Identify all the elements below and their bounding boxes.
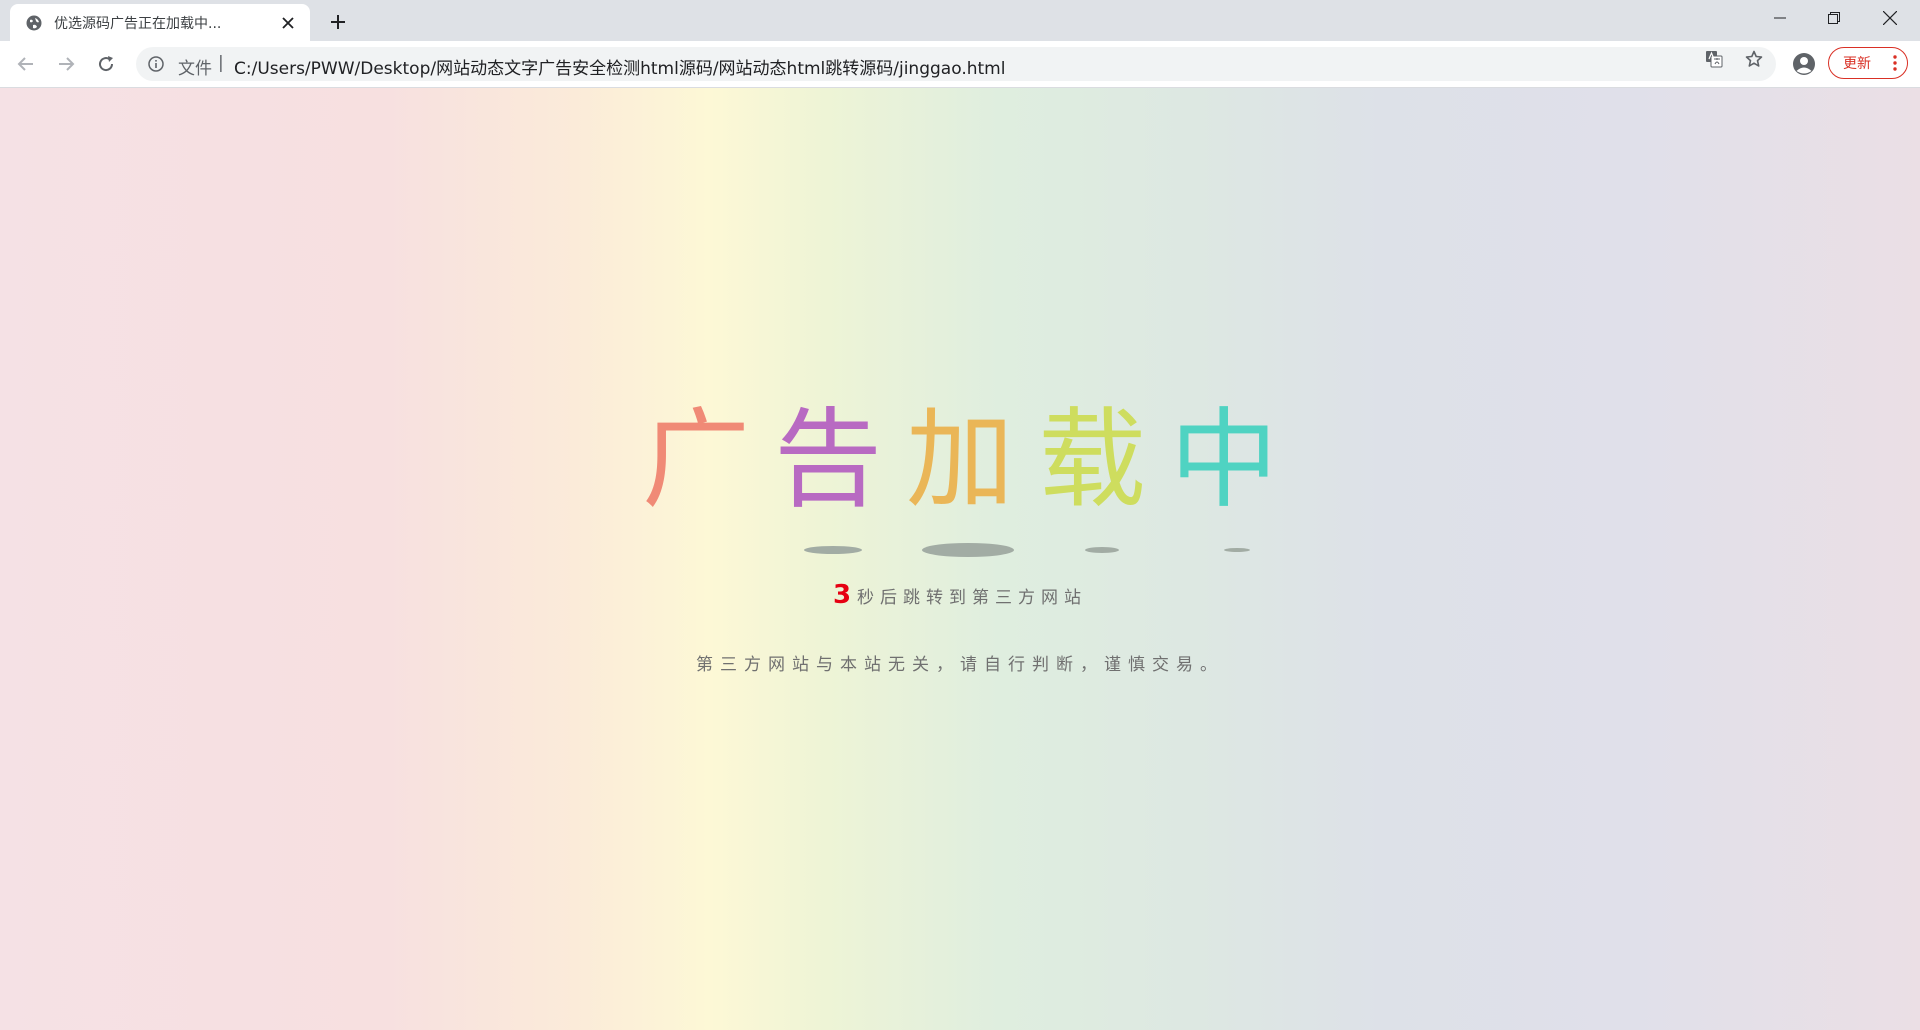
char-shadow [1085, 547, 1119, 553]
headline-char: 中 [1170, 398, 1279, 523]
restore-button[interactable] [1806, 0, 1862, 36]
headline-char: 载 [1038, 398, 1147, 523]
update-button[interactable]: 更新 [1828, 47, 1908, 79]
back-button[interactable] [12, 50, 40, 78]
new-tab-button[interactable] [324, 8, 352, 36]
headline-char: 广 [641, 398, 750, 523]
forward-button[interactable] [52, 50, 80, 78]
headline-char: 加 [905, 398, 1014, 523]
globe-icon [26, 15, 42, 31]
headline: 广告加载中 [0, 406, 1920, 516]
update-label: 更新 [1843, 56, 1871, 72]
char-shadow [922, 543, 1014, 557]
browser-tab[interactable]: 优选源码广告正在加载中... [10, 4, 310, 41]
browser-toolbar: 文件 | C:/Users/PWW/Desktop/网站动态文字广告安全检测ht… [0, 41, 1920, 88]
tab-strip: 优选源码广告正在加载中... [0, 0, 1920, 41]
file-scheme-label: 文件 [178, 59, 212, 79]
reload-button[interactable] [92, 50, 120, 78]
headline-char: 告 [773, 398, 882, 523]
profile-avatar-icon[interactable] [1792, 52, 1816, 76]
info-icon[interactable] [148, 56, 164, 72]
countdown-text: 秒后跳转到第三方网站 [857, 588, 1088, 608]
char-shadow [804, 546, 862, 554]
address-separator: | [218, 53, 224, 73]
page-content: 广告加载中 3 秒后跳转到第三方网站 第三方网站与本站无关，请自行判断，谨慎交易。 [0, 88, 1920, 1030]
url-text[interactable]: C:/Users/PWW/Desktop/网站动态文字广告安全检测html源码/… [234, 54, 1005, 79]
close-window-button[interactable] [1862, 0, 1918, 36]
char-shadow [1224, 548, 1250, 552]
bookmark-star-icon[interactable] [1745, 50, 1763, 68]
minimize-button[interactable] [1752, 0, 1808, 36]
countdown: 3 秒后跳转到第三方网站 [0, 580, 1920, 610]
address-bar[interactable]: 文件 | C:/Users/PWW/Desktop/网站动态文字广告安全检测ht… [136, 47, 1776, 81]
translate-icon[interactable] [1705, 50, 1723, 68]
disclaimer-notice: 第三方网站与本站无关，请自行判断，谨慎交易。 [696, 655, 1224, 675]
close-tab-icon[interactable] [278, 13, 298, 33]
more-menu-icon[interactable] [1893, 55, 1897, 71]
countdown-seconds: 3 [832, 580, 852, 610]
tab-title: 优选源码广告正在加载中... [54, 15, 222, 32]
